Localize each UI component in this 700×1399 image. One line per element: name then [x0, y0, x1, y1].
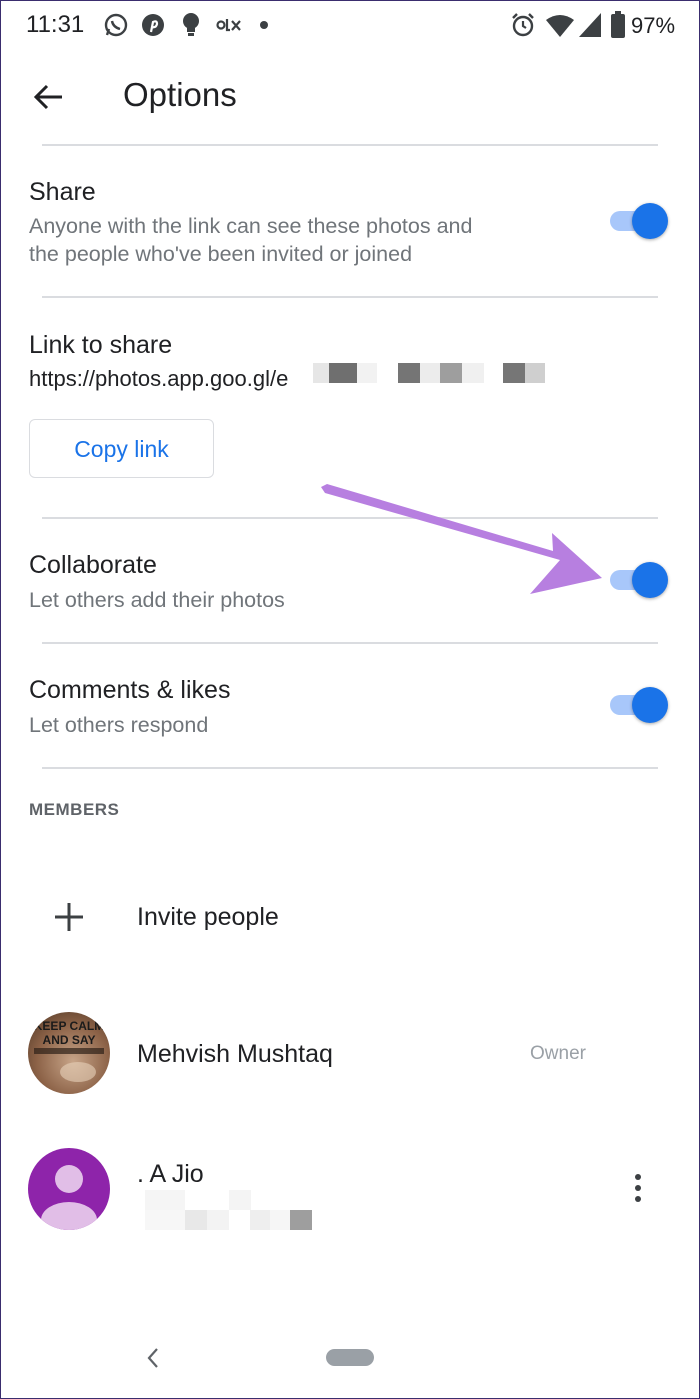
divider [42, 642, 658, 644]
members-section-label: MEMBERS [29, 800, 120, 819]
more-vert-icon[interactable] [626, 1172, 650, 1206]
member-role-badge: Owner [530, 1043, 586, 1064]
divider [42, 767, 658, 769]
invite-people-label: Invite people [137, 903, 279, 931]
comments-title: Comments & likes [29, 676, 231, 704]
avatar: KEEP CALM AND SAY [28, 1012, 110, 1094]
comments-toggle[interactable] [610, 684, 668, 726]
member-name: . A Jio [137, 1160, 204, 1188]
svg-text:AND SAY: AND SAY [43, 1033, 96, 1047]
nav-home-pill[interactable] [326, 1349, 374, 1366]
nav-back-icon[interactable] [143, 1346, 163, 1370]
avatar [28, 1148, 110, 1230]
member-name: Mehvish Mushtaq [137, 1040, 333, 1068]
comments-subtitle: Let others respond [29, 713, 209, 737]
svg-text:KEEP CALM: KEEP CALM [34, 1019, 104, 1033]
plus-icon [55, 903, 83, 931]
annotation-arrow [321, 484, 602, 594]
